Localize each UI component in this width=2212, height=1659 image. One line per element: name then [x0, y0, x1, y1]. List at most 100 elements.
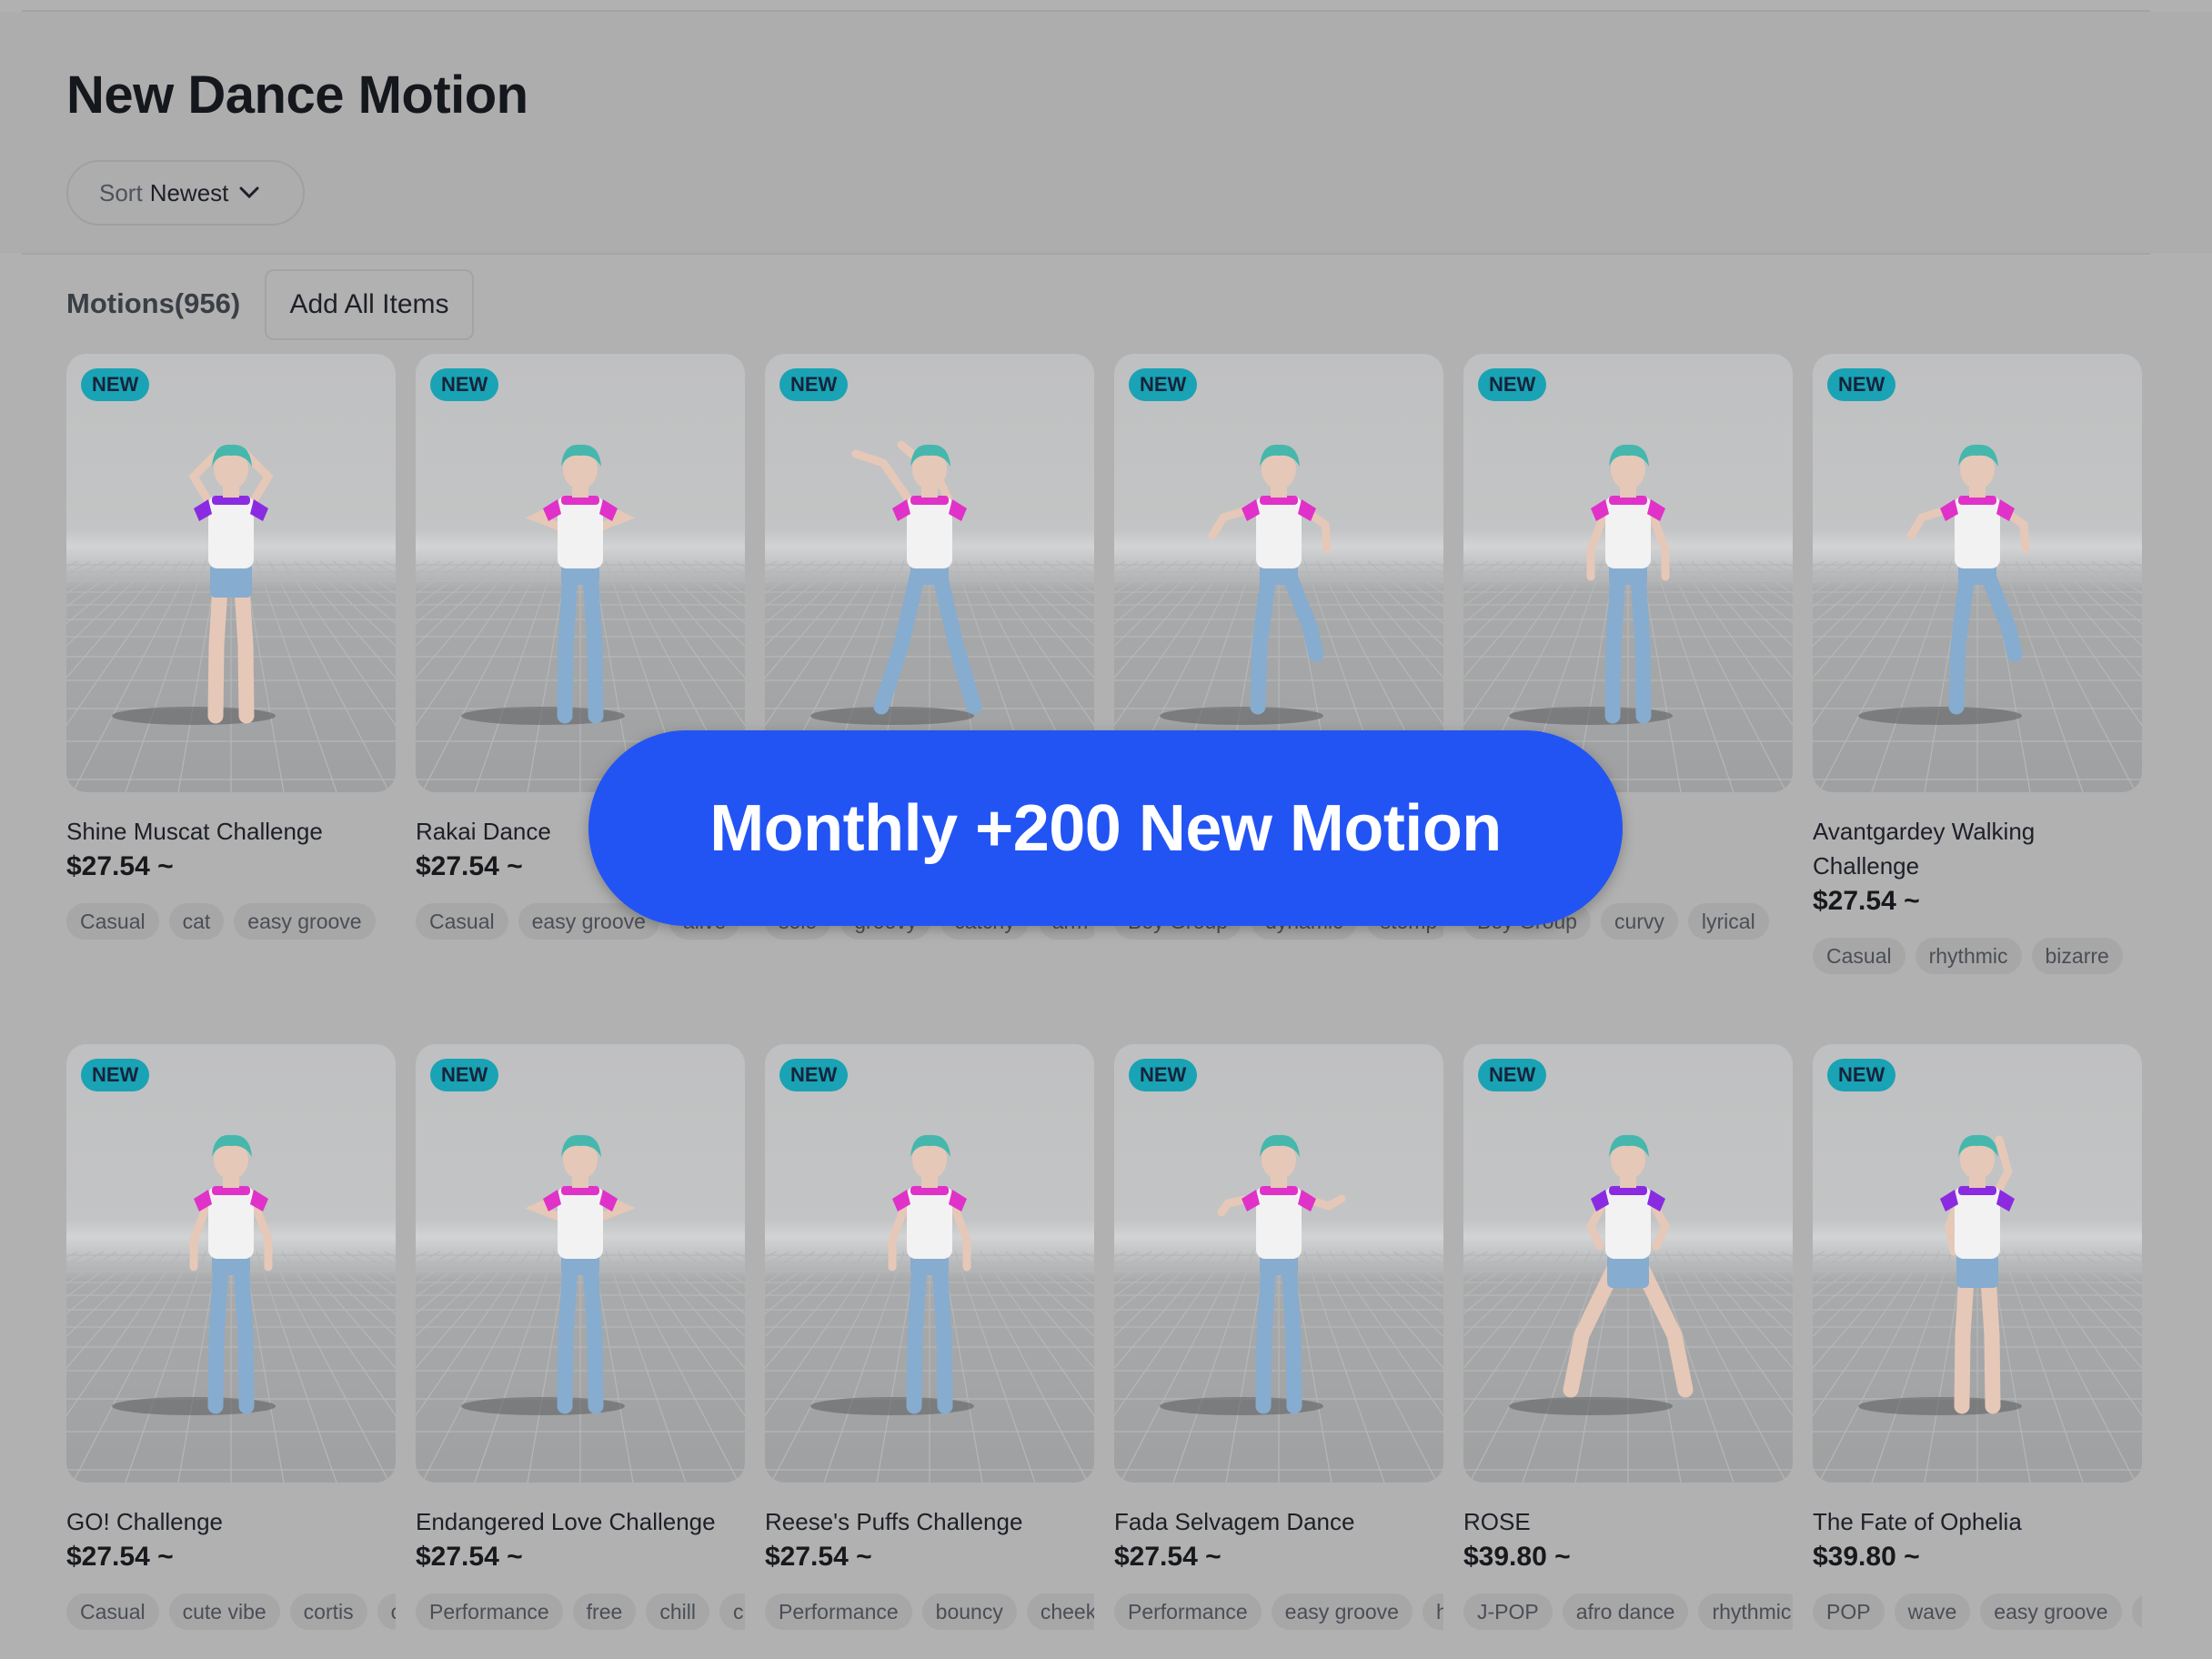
tag-chip[interactable]: cute vibe [168, 1594, 280, 1630]
motion-price: $27.54 ~ [1813, 886, 1920, 916]
tag-chip[interactable]: soft [2131, 1594, 2142, 1630]
motion-thumbnail[interactable]: NEW [416, 354, 745, 792]
motion-card[interactable]: NEW Avantgardey Walking Challenge $27.54 ~… [1813, 354, 2142, 974]
dancer-figure [1509, 1134, 1694, 1415]
new-badge: NEW [1827, 368, 1896, 401]
tag-chip[interactable]: easy groove [234, 903, 376, 940]
tag-chip[interactable]: Casual [66, 1594, 159, 1630]
dancer-figure [810, 440, 982, 725]
tag-chip[interactable]: Casual [416, 903, 508, 940]
tag-chip[interactable]: bouncy [921, 1594, 1017, 1630]
motion-name[interactable]: The Fate of Ophelia [1813, 1504, 2142, 1539]
tag-list: Performancebouncycheeky [765, 1594, 1094, 1634]
motion-card[interactable]: NEW GO! Challenge $27.54 ~ Casual cute vibe c… [66, 1044, 396, 1630]
motion-card[interactable]: NEWsologroovycatchyarm [765, 354, 1094, 940]
new-badge: NEW [1478, 1059, 1547, 1091]
tag-list: Casualcute vibecortis cute [66, 1594, 396, 1634]
tag-chip[interactable]: POP [1813, 1594, 1885, 1630]
tag-chip[interactable]: Performance [1114, 1594, 1262, 1630]
tag-chip[interactable]: Performance [765, 1594, 912, 1630]
page-title: New Dance Motion [66, 65, 528, 125]
motion-card[interactable]: NEW Reese's Puffs Challenge $27.54 ~ Perfor… [765, 1044, 1094, 1630]
new-badge: NEW [81, 1059, 150, 1091]
motion-price: $27.54 ~ [416, 851, 523, 881]
motion-thumbnail[interactable]: NEW [1813, 354, 2142, 792]
new-badge: NEW [1478, 368, 1547, 401]
tag-chip[interactable]: J-POP [1463, 1594, 1553, 1630]
motion-card[interactable]: NEW ROSE $39.80 ~ J-POP afro dance rhythmic [1463, 1044, 1793, 1630]
motion-thumbnail[interactable]: NEW [1114, 354, 1443, 792]
sort-dropdown[interactable]: Sort Newest [66, 160, 305, 226]
tag-chip[interactable]: lyrical [1687, 903, 1769, 940]
motion-thumbnail[interactable]: NEW [765, 354, 1094, 792]
add-all-items-button[interactable]: Add All Items [265, 269, 474, 340]
motion-card[interactable]: NEWBoy Groupdynamicstomp [1114, 354, 1443, 940]
motion-card[interactable]: NEW The Fate of Ophelia $39.80 ~ POP wave eas… [1813, 1044, 2142, 1630]
tag-chip[interactable]: Casual [66, 903, 159, 940]
new-badge: NEW [779, 368, 849, 401]
motion-price: $27.54 ~ [66, 1542, 174, 1572]
dancer-figure [1858, 1134, 2022, 1415]
motion-thumbnail[interactable]: NEW [1813, 1044, 2142, 1483]
tag-chip[interactable]: Casual [1813, 938, 1905, 974]
new-badge: NEW [1129, 1059, 1198, 1091]
tag-chip[interactable]: afro dance [1562, 1594, 1689, 1630]
tag-chip[interactable]: cheeky [1026, 1594, 1094, 1630]
tag-list: Casual cat easy groove [66, 903, 396, 943]
motion-name[interactable]: Shine Muscat Challenge [66, 814, 396, 849]
motion-thumbnail[interactable]: NEW [66, 1044, 396, 1483]
motion-price: $27.54 ~ [66, 851, 174, 881]
tag-chip[interactable]: cortis [289, 1594, 367, 1630]
tag-chip[interactable]: wave [1894, 1594, 1971, 1630]
motion-thumbnail[interactable]: NEW [66, 354, 396, 792]
motion-card[interactable]: NEWBoy Groupcurvylyrical [1463, 354, 1793, 940]
tag-chip[interactable]: free [572, 1594, 637, 1630]
tag-list: Performancefreechill cute [416, 1594, 745, 1634]
dancer-figure [461, 444, 636, 725]
new-badge: NEW [779, 1059, 849, 1091]
tag-chip[interactable]: rhythmic [1915, 938, 2022, 974]
tag-chip[interactable]: cute [377, 1594, 396, 1630]
page-header: New Dance Motion Sort Newest [0, 12, 2212, 253]
tag-chip[interactable]: bizarre [2031, 938, 2123, 974]
new-badge: NEW [81, 368, 150, 401]
tag-chip[interactable]: easy groove [1980, 1594, 2122, 1630]
motion-thumbnail[interactable]: NEW [416, 1044, 745, 1483]
motion-name[interactable]: Fada Selvagem Dance [1114, 1504, 1443, 1539]
tag-chip[interactable]: cat [168, 903, 225, 940]
new-badge: NEW [430, 368, 499, 401]
motion-name[interactable]: GO! Challenge [66, 1504, 396, 1539]
tag-chip[interactable]: hype [1422, 1594, 1443, 1630]
tag-chip[interactable]: easy groove [1271, 1594, 1413, 1630]
motion-price: $39.80 ~ [1813, 1542, 1920, 1572]
sort-label: Sort [99, 178, 143, 206]
section-divider [22, 253, 2150, 255]
tag-chip[interactable]: chill [646, 1594, 709, 1630]
motion-thumbnail[interactable]: NEW [1114, 1044, 1443, 1483]
motion-card[interactable]: NEW Endangered Love Challenge $27.54 ~ Perf… [416, 1044, 745, 1630]
promo-banner: Monthly +200 New Motion [588, 730, 1623, 926]
tag-chip[interactable]: curvy [1600, 903, 1678, 940]
motion-card[interactable]: NEWRakai Dance$27.54 ~Casualeasy groovea… [416, 354, 745, 940]
tag-chip[interactable]: cute [719, 1594, 745, 1630]
tag-chip[interactable]: Performance [416, 1594, 563, 1630]
dancer-figure [112, 444, 276, 725]
new-badge: NEW [430, 1059, 499, 1091]
motion-name[interactable]: Avantgardey Walking Challenge [1813, 814, 2142, 883]
motion-card[interactable]: NEW Fada Selvagem Dance $27.54 ~ Performanc… [1114, 1044, 1443, 1630]
tag-list: Performanceeasy groove hype [1114, 1594, 1443, 1634]
tag-chip[interactable]: rhythmic [1698, 1594, 1793, 1630]
motion-thumbnail[interactable]: NEW [1463, 1044, 1793, 1483]
motion-name[interactable]: Endangered Love Challenge [416, 1504, 745, 1539]
motion-name[interactable]: Reese's Puffs Challenge [765, 1504, 1094, 1539]
dancer-figure [810, 1134, 974, 1415]
motion-price: $27.54 ~ [765, 1542, 872, 1572]
dancer-figure [1509, 444, 1673, 725]
motion-price: $27.54 ~ [1114, 1542, 1222, 1572]
motion-name[interactable]: ROSE [1463, 1504, 1793, 1539]
tag-list: Casual rhythmic bizarre [1813, 938, 2142, 978]
motion-thumbnail[interactable]: NEW [1463, 354, 1793, 792]
motion-card[interactable]: NEW Shine Muscat Challenge $27.54 ~ Casual c… [66, 354, 396, 940]
motion-thumbnail[interactable]: NEW [765, 1044, 1094, 1483]
dancer-figure [1858, 444, 2030, 725]
